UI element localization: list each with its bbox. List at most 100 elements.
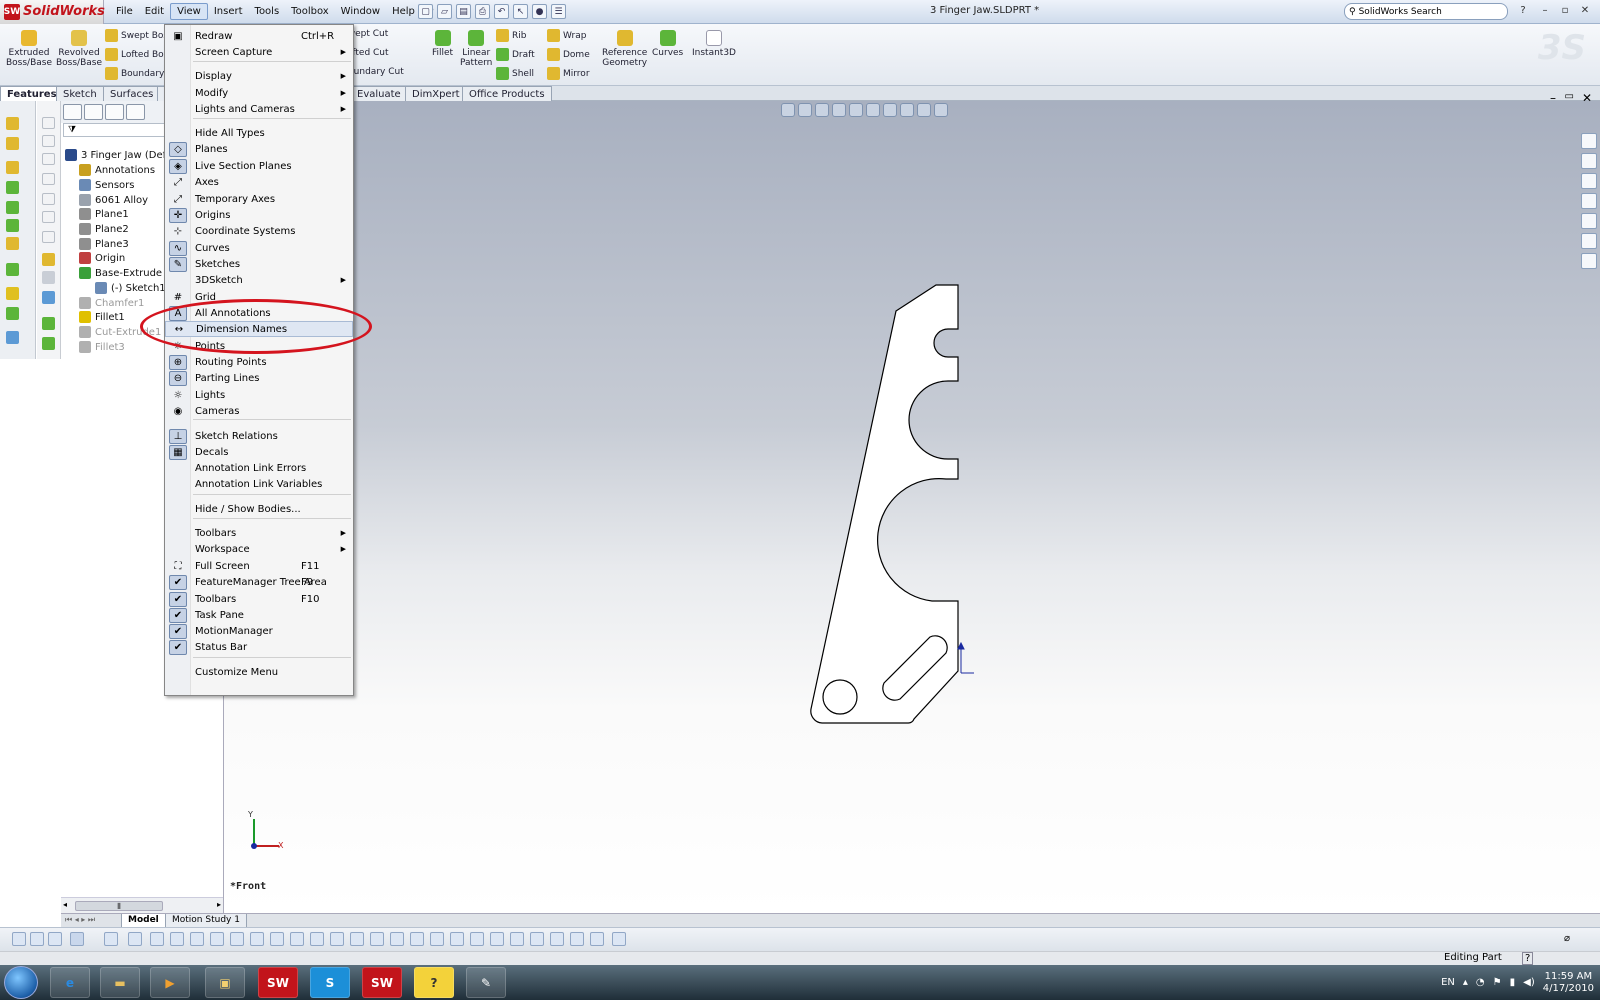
tree-item[interactable]: Fillet1 (79, 311, 125, 323)
tree-item[interactable]: 6061 Alloy (79, 194, 148, 206)
filter-icon[interactable] (104, 932, 118, 946)
graphics-area[interactable]: – ▭ ✕ Y X *Front (224, 91, 1600, 913)
filter-icon[interactable] (550, 932, 564, 946)
tab-scroll-arrows-icon[interactable]: ⏮ ◂ ▸ ⏭ (65, 915, 95, 925)
appearances-icon[interactable] (1581, 233, 1597, 249)
menu-item-hide-show-bodies[interactable]: Hide / Show Bodies... (165, 501, 353, 517)
filter-icon[interactable] (150, 932, 164, 946)
tree-item[interactable]: Base-Extrude (79, 267, 162, 279)
tree-item[interactable]: Plane2 (79, 223, 129, 235)
filter-icon[interactable] (230, 932, 244, 946)
tool-icon[interactable] (42, 337, 55, 350)
tree-item[interactable]: Origin (79, 252, 125, 264)
custom-properties-icon[interactable] (1581, 253, 1597, 269)
tree-item[interactable]: Chamfer1 (79, 297, 144, 309)
tool-icon[interactable] (6, 263, 19, 276)
menu-item-task-pane[interactable]: ✔ Task Pane (165, 607, 353, 623)
tool-icon[interactable] (6, 219, 19, 232)
volume-icon[interactable]: ◀) (1523, 977, 1535, 988)
tab-office-products[interactable]: Office Products (462, 86, 552, 101)
tool-icon[interactable] (6, 161, 19, 174)
menu-item-workspace[interactable]: Workspace ▶ (165, 541, 353, 557)
tool-icon[interactable] (42, 271, 55, 284)
shell-button[interactable]: Shell (496, 67, 534, 80)
menu-item-full-screen[interactable]: ⛶ Full Screen F11 (165, 558, 353, 574)
filter-icon[interactable] (390, 932, 404, 946)
filter-icon[interactable] (30, 932, 44, 946)
flag-icon[interactable]: ⚑ (1493, 977, 1502, 988)
menu-file[interactable]: File (110, 4, 139, 19)
horizontal-scrollbar[interactable]: ◂ ⦀ ▸ (61, 897, 223, 913)
menu-item-toolbars[interactable]: ✔ Toolbars F10 (165, 591, 353, 607)
solidworks-logo[interactable]: SW SolidWorks (0, 0, 105, 24)
featuremanager-tab-icon[interactable] (63, 104, 82, 120)
filter-icon[interactable] (570, 932, 584, 946)
restore-button[interactable]: ▫ (1558, 4, 1572, 18)
solidworks-task-icon[interactable]: SW (258, 967, 298, 998)
menu-item-annotation-link-variables[interactable]: Annotation Link Variables (165, 476, 353, 492)
status-help-icon[interactable]: ? (1522, 952, 1534, 965)
menu-item-curves[interactable]: ∿ Curves (165, 240, 353, 256)
extruded-boss-button[interactable]: Extruded Boss/Base (6, 30, 52, 68)
tool-icon[interactable] (6, 237, 19, 250)
tab-model[interactable]: Model (121, 914, 166, 928)
internet-explorer-icon[interactable]: e (50, 967, 90, 998)
battery-icon[interactable]: ▮ (1510, 977, 1516, 988)
filter-icon[interactable] (270, 932, 284, 946)
select-arrow-icon[interactable] (70, 932, 84, 946)
filter-icon[interactable] (410, 932, 424, 946)
undo-icon[interactable]: ↶ (494, 4, 509, 19)
menu-item-motionmanager[interactable]: ✔ MotionManager (165, 623, 353, 639)
tool-icon[interactable] (42, 253, 55, 266)
tree-item[interactable]: Plane3 (79, 238, 129, 250)
linear-pattern-button[interactable]: Linear Pattern (460, 30, 492, 68)
filter-icon[interactable] (530, 932, 544, 946)
tab-dimxpert[interactable]: DimXpert (405, 86, 467, 101)
dimxpert-tab-icon[interactable] (126, 104, 145, 120)
filter-icon[interactable] (210, 932, 224, 946)
menu-item-redraw[interactable]: ▣ Redraw Ctrl+R (165, 28, 353, 44)
tool-icon[interactable] (42, 291, 55, 304)
propertymanager-tab-icon[interactable] (84, 104, 103, 120)
menu-item-toolbars[interactable]: Toolbars ▶ (165, 525, 353, 541)
menu-item-coordinate-systems[interactable]: ⊹ Coordinate Systems (165, 223, 353, 239)
print-icon[interactable]: ⎙ (475, 4, 490, 19)
menu-item-live-section-planes[interactable]: ◈ Live Section Planes (165, 158, 353, 174)
tool-icon[interactable] (42, 135, 55, 147)
start-button[interactable] (4, 966, 38, 999)
tool-icon[interactable] (6, 331, 19, 344)
select-icon[interactable]: ↖ (513, 4, 528, 19)
tool-icon[interactable] (6, 117, 19, 130)
view-palette-icon[interactable] (1581, 213, 1597, 229)
menu-tools[interactable]: Tools (249, 4, 286, 19)
filter-icon[interactable] (128, 932, 142, 946)
menu-item-decals[interactable]: ▦ Decals (165, 444, 353, 460)
tool-icon[interactable] (6, 201, 19, 214)
tool-icon[interactable] (6, 307, 19, 320)
menu-item-display[interactable]: Display ▶ (165, 68, 353, 84)
save-icon[interactable]: ▤ (456, 4, 471, 19)
filter-icon[interactable] (430, 932, 444, 946)
menu-edit[interactable]: Edit (139, 4, 170, 19)
close-button[interactable]: ✕ (1578, 4, 1592, 18)
filter-icon[interactable] (612, 932, 626, 946)
tool-icon[interactable] (6, 181, 19, 194)
filter-icon[interactable] (330, 932, 344, 946)
tab-evaluate[interactable]: Evaluate (350, 86, 408, 101)
tool-icon[interactable] (42, 173, 55, 185)
close-toolbar-icon[interactable]: ⌀ (1564, 933, 1570, 944)
filter-icon[interactable] (350, 932, 364, 946)
search-results-icon[interactable] (1581, 193, 1597, 209)
filter-icon[interactable] (310, 932, 324, 946)
tool-icon[interactable] (42, 153, 55, 165)
new-document-icon[interactable]: ▢ (418, 4, 433, 19)
menu-item-sketch-relations[interactable]: ⊥ Sketch Relations (165, 428, 353, 444)
tab-sketch[interactable]: Sketch (56, 86, 104, 101)
tree-item[interactable]: Annotations (79, 164, 155, 176)
menu-item-axes[interactable]: ⤢ Axes (165, 174, 353, 190)
tool-icon[interactable] (6, 137, 19, 150)
menu-item-3dsketch[interactable]: 3DSketch ▶ (165, 272, 353, 288)
menu-window[interactable]: Window (335, 4, 386, 19)
filter-icon[interactable] (12, 932, 26, 946)
filter-icon[interactable] (48, 932, 62, 946)
